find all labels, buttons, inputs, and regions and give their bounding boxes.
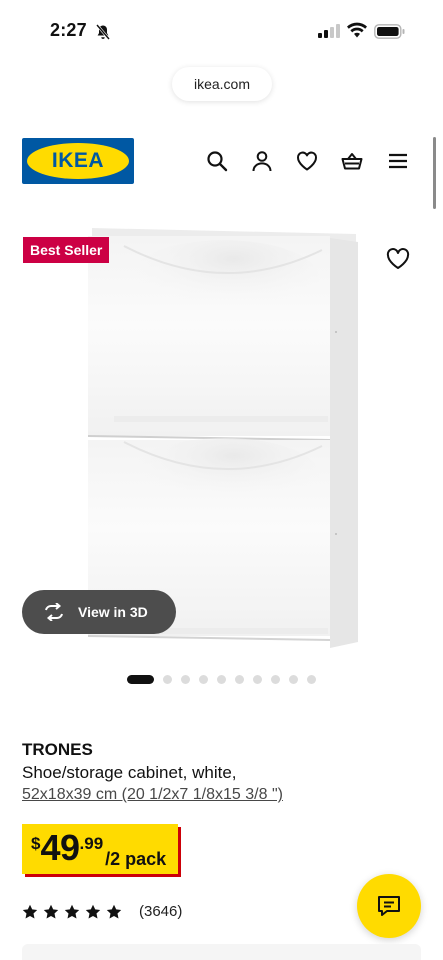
best-seller-badge: Best Seller xyxy=(23,237,110,263)
carousel-dot[interactable] xyxy=(217,675,226,684)
ikea-logo[interactable]: IKEA xyxy=(22,138,134,184)
carousel-dot[interactable] xyxy=(271,675,280,684)
price-decimal: .99 xyxy=(79,834,104,853)
star-icon xyxy=(85,904,101,918)
badge-label: Best Seller xyxy=(30,242,103,258)
logo-oval: IKEA xyxy=(27,143,129,179)
rating-stars xyxy=(22,904,127,920)
chat-icon xyxy=(378,896,400,916)
product-name[interactable]: TRONES xyxy=(22,740,93,760)
price-tag: $ 49 .99 /2 pack xyxy=(22,824,179,874)
wifi-icon xyxy=(347,22,367,38)
product-image[interactable] xyxy=(84,228,360,648)
carousel-dot-active[interactable] xyxy=(127,675,154,684)
price-integer: 49 xyxy=(40,827,80,868)
battery-icon xyxy=(374,24,405,39)
cellular-signal-icon xyxy=(318,24,340,38)
status-bar: 2:27 xyxy=(0,0,443,56)
menu-icon xyxy=(389,153,407,169)
carousel-dot[interactable] xyxy=(163,675,172,684)
view-in-3d-label: View in 3D xyxy=(78,604,148,620)
star-icon xyxy=(64,904,80,918)
carousel-dot[interactable] xyxy=(253,675,262,684)
search-icon xyxy=(207,151,228,172)
price-currency: $ xyxy=(31,834,41,853)
carousel-dot[interactable] xyxy=(235,675,244,684)
view-in-3d-button[interactable]: View in 3D xyxy=(22,590,176,634)
rotate-3d-icon xyxy=(45,603,63,621)
logo-text: IKEA xyxy=(51,149,105,172)
search-button[interactable] xyxy=(204,148,230,174)
status-time: 2:27 xyxy=(50,20,87,40)
account-button[interactable] xyxy=(249,148,275,174)
page-scrollbar[interactable] xyxy=(433,137,436,209)
product-rating[interactable]: (3646) xyxy=(22,903,182,920)
add-to-favorites-heart-icon[interactable] xyxy=(386,248,410,270)
heart-icon xyxy=(297,151,317,171)
carousel-dot[interactable] xyxy=(307,675,316,684)
account-icon xyxy=(252,151,272,172)
basket-icon xyxy=(341,153,363,170)
carousel-dot[interactable] xyxy=(289,675,298,684)
basket-button[interactable] xyxy=(339,148,365,174)
price-unit: /2 pack xyxy=(105,849,167,869)
chat-button[interactable] xyxy=(357,874,421,938)
carousel-dot[interactable] xyxy=(181,675,190,684)
next-section-card xyxy=(22,944,421,960)
product-dimensions-link[interactable]: 52x18x39 cm (20 1/2x7 1/8x15 3/8 ") xyxy=(22,786,283,804)
url-bar[interactable]: ikea.com xyxy=(172,67,272,101)
carousel-dot[interactable] xyxy=(199,675,208,684)
star-icon xyxy=(106,904,122,918)
url-text: ikea.com xyxy=(193,76,251,92)
menu-button[interactable] xyxy=(385,148,411,174)
star-icon xyxy=(22,904,38,918)
favorites-button[interactable] xyxy=(294,148,320,174)
carousel-indicator xyxy=(127,675,325,684)
review-count: (3646) xyxy=(139,903,183,920)
bell-off-icon xyxy=(96,24,110,40)
product-description: Shoe/storage cabinet, white, xyxy=(22,763,237,782)
star-icon xyxy=(43,904,59,918)
